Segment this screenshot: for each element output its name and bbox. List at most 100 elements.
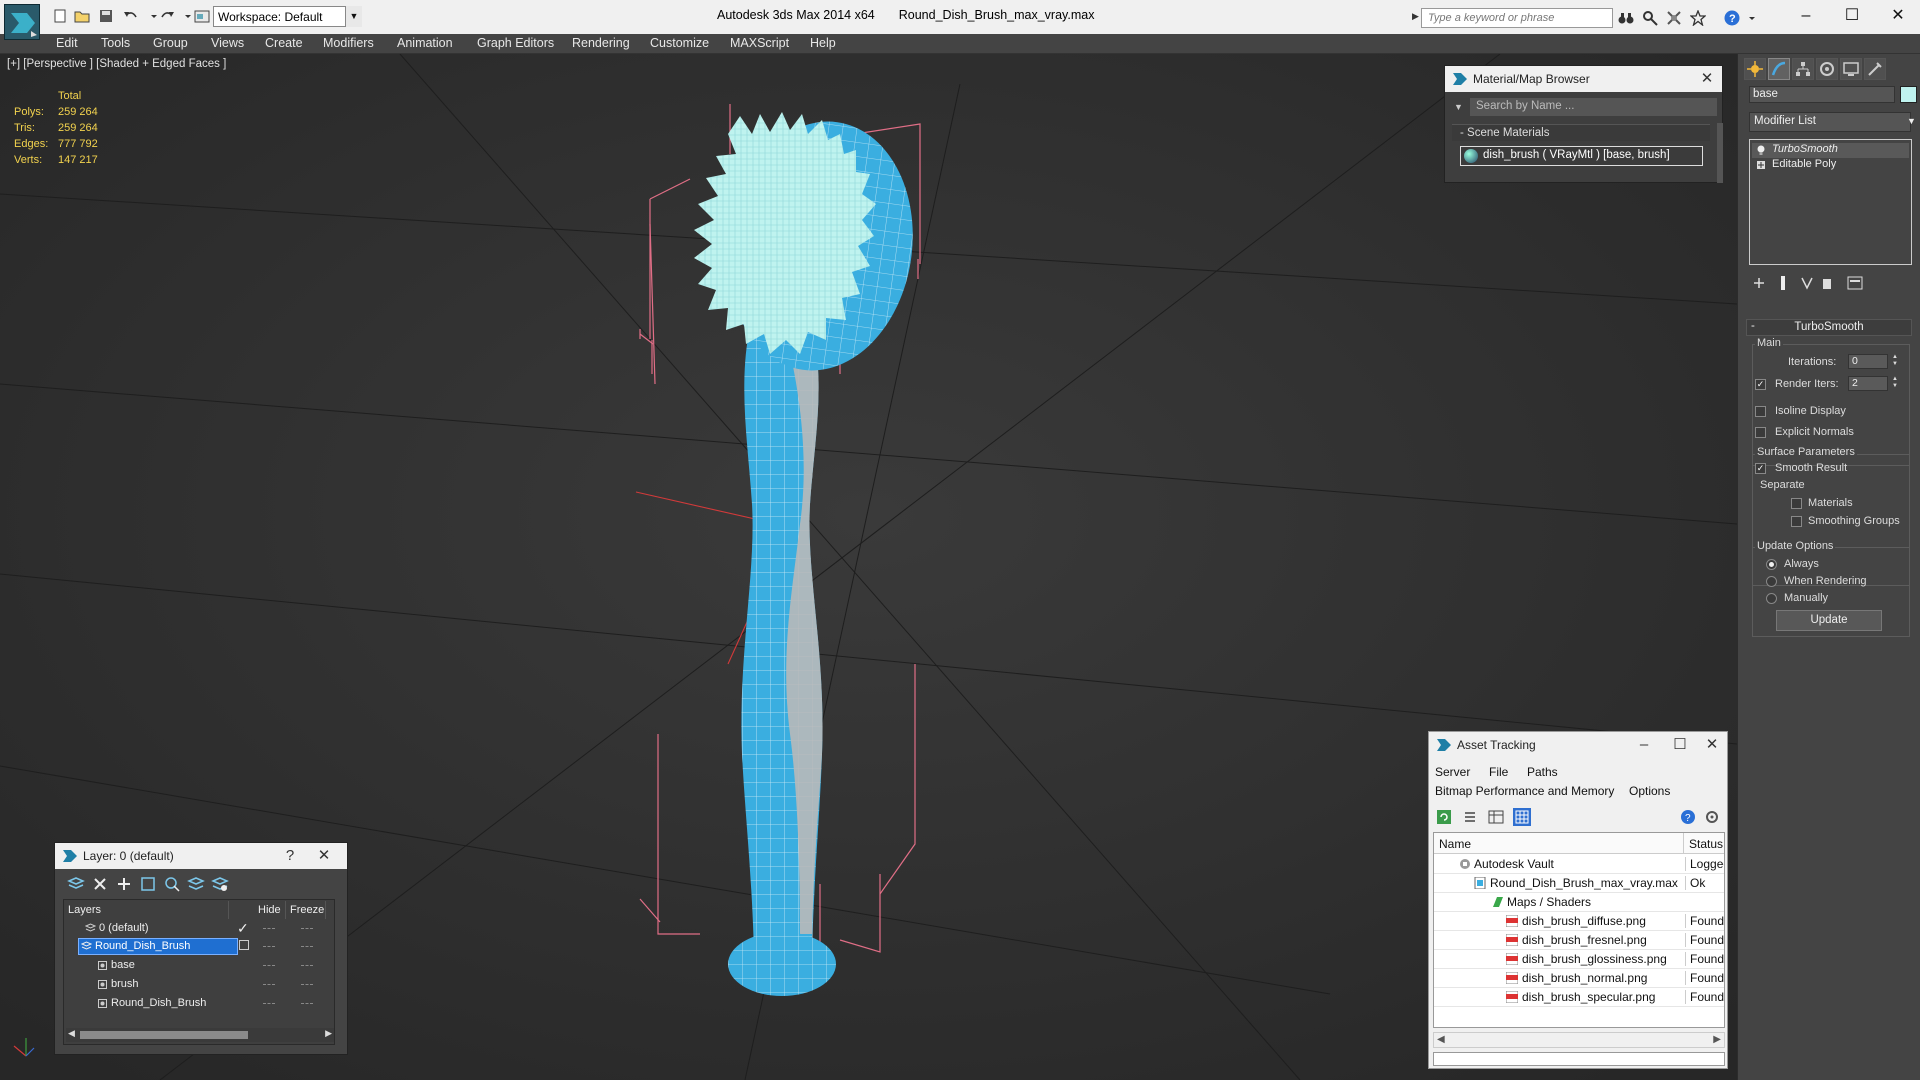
object-row-round-dish-brush[interactable]: Round_Dish_Brush xyxy=(65,995,335,1013)
layer-manager-titlebar[interactable]: Layer: 0 (default) ? ✕ xyxy=(55,843,347,869)
stack-item-editable-poly[interactable]: Editable Poly xyxy=(1752,158,1909,173)
object-row-base[interactable]: base xyxy=(65,957,335,975)
remove-modifier-icon[interactable] xyxy=(1818,274,1836,292)
minimize-icon[interactable]: – xyxy=(1631,734,1657,756)
close-icon[interactable]: ✕ xyxy=(311,845,337,867)
pin-stack-icon[interactable] xyxy=(1750,274,1768,292)
menu-create[interactable]: Create xyxy=(265,36,303,50)
material-item[interactable]: dish_brush ( VRayMtl ) [base, brush] xyxy=(1460,146,1703,166)
asset-row-texture[interactable]: dish_brush_glossiness.png Found xyxy=(1434,950,1724,969)
render-iters-spinner[interactable]: 2 xyxy=(1848,376,1888,391)
scroll-right-icon[interactable]: ▶ xyxy=(1713,1034,1721,1045)
help-button[interactable]: ? xyxy=(277,845,303,867)
chevron-down-icon[interactable]: ▼ xyxy=(345,6,362,27)
asset-row-max-file[interactable]: Round_Dish_Brush_max_vray.max Ok xyxy=(1434,874,1724,893)
hide-toggle[interactable] xyxy=(263,946,275,948)
freeze-toggle[interactable] xyxy=(301,1003,313,1005)
maximize-button[interactable]: ☐ xyxy=(1832,4,1872,28)
table-view-icon[interactable] xyxy=(1487,808,1505,826)
redo-icon[interactable] xyxy=(160,9,176,23)
asset-row-texture[interactable]: dish_brush_specular.png Found xyxy=(1434,988,1724,1007)
scrollbar-thumb[interactable] xyxy=(80,1031,248,1039)
minimize-button[interactable]: – xyxy=(1786,4,1826,28)
redo-dropdown-icon[interactable] xyxy=(180,9,191,23)
column-freeze[interactable]: Freeze xyxy=(286,901,326,919)
isoline-display-checkbox[interactable] xyxy=(1755,406,1766,417)
modifier-list-dropdown[interactable]: Modifier List ▼ xyxy=(1749,112,1916,132)
close-button[interactable]: ✕ xyxy=(1878,4,1918,28)
hide-toggle[interactable] xyxy=(263,928,275,930)
column-hide[interactable]: Hide xyxy=(254,901,286,919)
separate-materials-checkbox[interactable] xyxy=(1791,498,1802,509)
refresh-icon[interactable] xyxy=(1435,808,1453,826)
hide-toggle[interactable] xyxy=(263,965,275,967)
object-row-brush[interactable]: brush xyxy=(65,976,335,994)
separate-smoothing-groups-checkbox[interactable] xyxy=(1791,516,1802,527)
delete-layer-icon[interactable] xyxy=(91,875,109,893)
hierarchy-tab-icon[interactable] xyxy=(1792,58,1814,80)
freeze-all-layers-icon[interactable] xyxy=(211,875,229,893)
material-browser-titlebar[interactable]: Material/Map Browser ✕ xyxy=(1445,66,1722,92)
menu-modifiers[interactable]: Modifiers xyxy=(323,36,374,50)
make-unique-icon[interactable] xyxy=(1798,274,1816,292)
update-manually-radio[interactable] xyxy=(1766,593,1777,604)
binoculars-icon[interactable] xyxy=(1618,10,1634,26)
asset-row-maps-shaders[interactable]: Maps / Shaders xyxy=(1434,893,1724,912)
utilities-tab-icon[interactable] xyxy=(1864,58,1886,80)
asset-row-texture[interactable]: dish_brush_diffuse.png Found xyxy=(1434,912,1724,931)
highlight-layer-icon[interactable] xyxy=(163,875,181,893)
modify-tab-icon[interactable] xyxy=(1768,58,1790,80)
asset-tracking-titlebar[interactable]: Asset Tracking – ☐ ✕ xyxy=(1429,732,1727,758)
create-layer-icon[interactable] xyxy=(67,875,85,893)
freeze-toggle[interactable] xyxy=(301,965,313,967)
scroll-left-icon[interactable]: ◀ xyxy=(1437,1034,1445,1045)
asset-path-field[interactable] xyxy=(1433,1052,1725,1066)
menu-help[interactable]: Help xyxy=(810,36,836,50)
freeze-toggle[interactable] xyxy=(301,928,313,930)
material-search-input[interactable]: Search by Name ... xyxy=(1470,98,1717,116)
menu-views[interactable]: Views xyxy=(211,36,244,50)
search-input[interactable]: Type a keyword or phrase xyxy=(1421,8,1613,28)
asset-row-texture[interactable]: dish_brush_fresnel.png Found xyxy=(1434,931,1724,950)
smooth-result-checkbox[interactable]: ✓ xyxy=(1755,463,1766,474)
make-current-toggle[interactable] xyxy=(239,940,249,950)
select-objects-in-layer-icon[interactable] xyxy=(139,875,157,893)
menu-tools[interactable]: Tools xyxy=(101,36,130,50)
display-tab-icon[interactable] xyxy=(1840,58,1862,80)
render-iters-checkbox[interactable]: ✓ xyxy=(1755,379,1766,390)
create-tab-icon[interactable] xyxy=(1744,58,1766,80)
asset-menu-server[interactable]: Server xyxy=(1435,765,1470,779)
asset-row-vault[interactable]: Autodesk Vault Logged xyxy=(1434,855,1724,874)
configure-modifier-sets-icon[interactable] xyxy=(1846,274,1864,292)
menu-maxscript[interactable]: MAXScript xyxy=(730,36,789,50)
asset-menu-options[interactable]: Options xyxy=(1629,784,1670,798)
update-button[interactable]: Update xyxy=(1776,610,1882,631)
spinner-arrows-icon[interactable]: ▲ ▼ xyxy=(1891,354,1899,369)
update-when-rendering-radio[interactable] xyxy=(1766,576,1777,587)
grid-view-icon[interactable] xyxy=(1513,808,1531,826)
search-options-icon[interactable]: ▼ xyxy=(1454,102,1463,112)
scroll-left-icon[interactable]: ◀ xyxy=(68,1028,75,1039)
menu-customize[interactable]: Customize xyxy=(650,36,709,50)
expand-plus-icon[interactable] xyxy=(1757,160,1765,170)
new-file-icon[interactable] xyxy=(52,9,68,23)
search-expand-icon[interactable]: ▶ xyxy=(1412,11,1419,22)
asset-menu-bitmap-performance[interactable]: Bitmap Performance and Memory xyxy=(1435,784,1614,798)
menu-animation[interactable]: Animation xyxy=(397,36,453,50)
horizontal-scrollbar[interactable]: ◀ ▶ xyxy=(66,1028,334,1042)
spinner-arrows-icon[interactable]: ▲ ▼ xyxy=(1891,376,1899,391)
object-name-field[interactable]: base xyxy=(1749,86,1895,103)
project-folder-icon[interactable] xyxy=(194,9,210,23)
show-end-result-icon[interactable] xyxy=(1774,274,1792,292)
undo-dropdown-icon[interactable] xyxy=(146,9,157,23)
iterations-spinner[interactable]: 0 xyxy=(1848,354,1888,369)
close-icon[interactable]: ✕ xyxy=(1699,734,1725,756)
column-layers[interactable]: Layers xyxy=(64,901,229,919)
asset-menu-file[interactable]: File xyxy=(1489,765,1508,779)
maximize-icon[interactable]: ☐ xyxy=(1667,734,1693,756)
save-file-icon[interactable] xyxy=(98,9,114,23)
column-status[interactable]: Status xyxy=(1684,833,1724,854)
scrollbar[interactable] xyxy=(1717,123,1723,183)
asset-row-texture[interactable]: dish_brush_normal.png Found xyxy=(1434,969,1724,988)
menu-graph-editors[interactable]: Graph Editors xyxy=(477,36,554,50)
